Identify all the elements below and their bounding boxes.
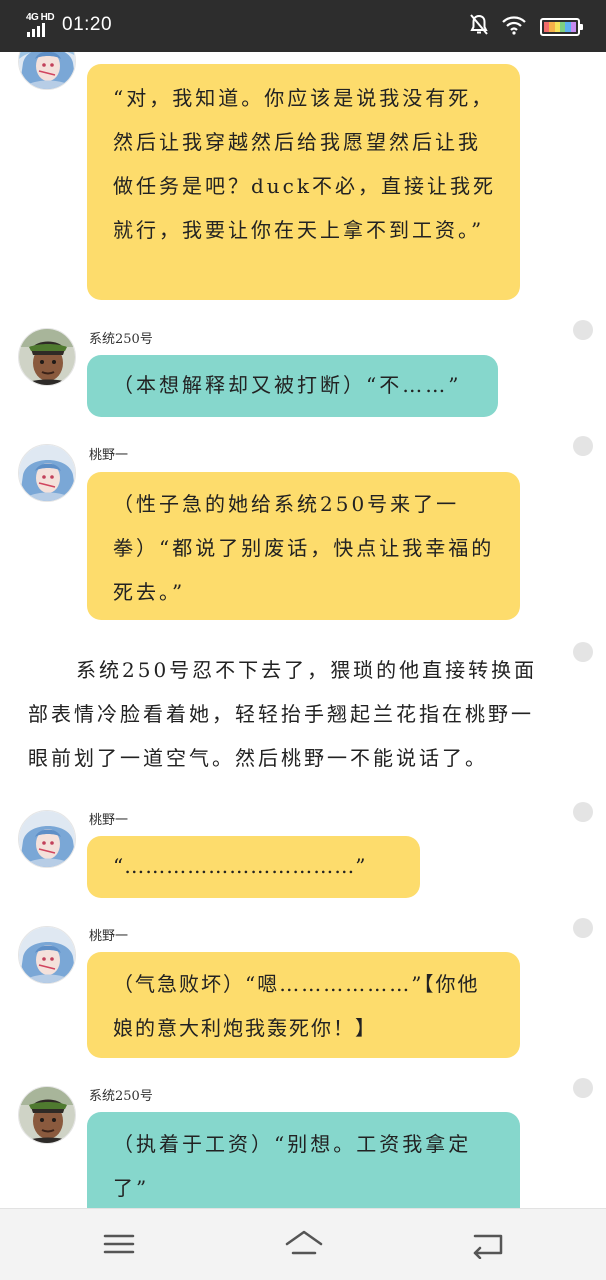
avatar-taoye[interactable] (18, 926, 76, 984)
message-text: （本想解释却又被打断）“不……” (113, 373, 462, 397)
clock: 01:20 (62, 14, 113, 35)
chat-content[interactable]: “对，我知道。你应该是说我没有死，然后让我穿越然后给我愿望然后让我做任务是吧？d… (0, 52, 606, 1208)
message-bubble[interactable]: （本想解释却又被打断）“不……” (87, 355, 498, 417)
message-option-dot[interactable] (573, 320, 593, 340)
message-text: “……………………………” (113, 854, 367, 878)
message-text: （执着于工资）“别想。工资我拿定了” (113, 1132, 472, 1200)
home-icon[interactable] (284, 1229, 324, 1259)
sender-name: 桃野一 (89, 448, 129, 463)
avatar-taoye[interactable] (18, 444, 76, 502)
sender-name: 系统250号 (89, 332, 153, 347)
status-bar: 4G HD 01:20 (0, 0, 606, 52)
message-text: “对，我知道。你应该是说我没有死，然后让我穿越然后给我愿望然后让我做任务是吧？d… (113, 86, 497, 242)
narration-text: 系统250号忍不下去了，猥琐的他直接转换面部表情冷脸看着她，轻轻抬手翘起兰花指在… (28, 658, 538, 770)
sender-name: 桃野一 (89, 929, 129, 944)
message-option-dot[interactable] (573, 918, 593, 938)
message-option-dot[interactable] (573, 1078, 593, 1098)
avatar-taoye[interactable] (18, 810, 76, 868)
message-bubble[interactable]: “……………………………” (87, 836, 420, 898)
message-option-dot[interactable] (573, 436, 593, 456)
message-option-dot[interactable] (573, 802, 593, 822)
sender-name: 桃野一 (89, 813, 129, 828)
network-label: 4G HD (26, 12, 55, 23)
message-text: （性子急的她给系统250号来了一拳）“都说了别废话，快点让我幸福的死去。” (113, 492, 495, 604)
message-option-dot[interactable] (573, 642, 593, 662)
menu-icon[interactable] (101, 1229, 137, 1259)
wifi-icon (502, 15, 526, 39)
message-bubble[interactable]: （性子急的她给系统250号来了一拳）“都说了别废话，快点让我幸福的死去。” (87, 472, 520, 620)
message-bubble[interactable]: （执着于工资）“别想。工资我拿定了” (87, 1112, 520, 1208)
signal-icon: 4G HD (26, 12, 56, 37)
navigation-bar (0, 1208, 606, 1280)
sender-name: 系统250号 (89, 1089, 153, 1104)
avatar-system[interactable] (18, 1086, 76, 1144)
message-bubble[interactable]: （气急败坏）“嗯………………”【你他娘的意大利炮我轰死你！】 (87, 952, 520, 1058)
battery-icon (540, 18, 583, 36)
message-bubble[interactable]: “对，我知道。你应该是说我没有死，然后让我穿越然后给我愿望然后让我做任务是吧？d… (87, 64, 520, 300)
avatar-taoye[interactable] (18, 52, 76, 90)
mute-bell-icon (470, 14, 488, 40)
message-text: （气急败坏）“嗯………………”【你他娘的意大利炮我轰死你！】 (113, 972, 480, 1040)
avatar-system[interactable] (18, 328, 76, 386)
back-icon[interactable] (471, 1229, 507, 1260)
